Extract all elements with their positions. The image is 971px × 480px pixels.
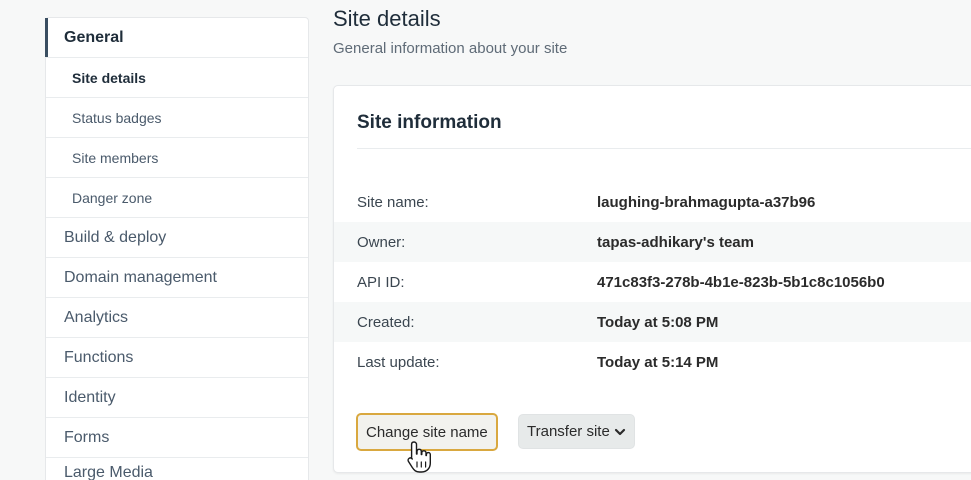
site-information-card: Site information Site name: laughing-bra…	[333, 85, 971, 473]
info-row-owner: Owner: tapas-adhikary's team	[334, 222, 971, 262]
info-row-site-name: Site name: laughing-brahmagupta-a37b96	[334, 182, 971, 222]
change-site-name-button[interactable]: Change site name	[356, 413, 498, 451]
info-value: Today at 5:14 PM	[597, 353, 719, 371]
info-label: Last update:	[357, 353, 440, 371]
page-title: Site details	[333, 6, 441, 31]
card-title: Site information	[357, 112, 502, 133]
sidebar-item-large-media[interactable]: Large Media	[46, 458, 308, 480]
info-value: tapas-adhikary's team	[597, 233, 754, 251]
sidebar-item-identity[interactable]: Identity	[46, 378, 308, 418]
sidebar-item-domain-management[interactable]: Domain management	[46, 258, 308, 298]
sidebar-subitem-status-badges[interactable]: Status badges	[46, 98, 308, 138]
sidebar-item-label: Analytics	[64, 308, 129, 326]
settings-sidebar: General Site details Status badges Site …	[45, 17, 309, 480]
sidebar-subitem-label: Site members	[72, 149, 159, 166]
info-value: 471c83f3-278b-4b1e-823b-5b1c8c1056b0	[597, 273, 885, 291]
info-label: Created:	[357, 313, 415, 331]
chevron-down-icon	[614, 428, 625, 435]
sidebar-subitem-label: Site details	[72, 69, 146, 86]
sidebar-subitem-label: Danger zone	[72, 189, 153, 206]
sidebar-subitem-site-members[interactable]: Site members	[46, 138, 308, 178]
info-value: Today at 5:08 PM	[597, 313, 719, 331]
info-label: Owner:	[357, 233, 406, 251]
info-row-created: Created: Today at 5:08 PM	[334, 302, 971, 342]
sidebar-item-label: Identity	[64, 388, 116, 406]
sidebar-item-label: Forms	[64, 428, 110, 446]
site-settings-page: General Site details Status badges Site …	[0, 0, 971, 480]
info-value: laughing-brahmagupta-a37b96	[597, 193, 816, 211]
card-divider	[357, 148, 971, 149]
sidebar-item-label: Large Media	[64, 464, 153, 480]
sidebar-item-label: Domain management	[64, 268, 217, 286]
sidebar-subitem-label: Status badges	[72, 109, 162, 126]
sidebar-item-analytics[interactable]: Analytics	[46, 298, 308, 338]
button-label: Change site name	[366, 423, 488, 441]
sidebar-item-label: General	[64, 28, 124, 46]
sidebar-item-label: Build & deploy	[64, 228, 167, 246]
transfer-site-button[interactable]: Transfer site	[518, 414, 635, 449]
sidebar-item-general[interactable]: General	[45, 18, 308, 58]
sidebar-item-build-deploy[interactable]: Build & deploy	[46, 218, 308, 258]
sidebar-item-forms[interactable]: Forms	[46, 418, 308, 458]
sidebar-item-label: Functions	[64, 348, 134, 366]
sidebar-subitem-danger-zone[interactable]: Danger zone	[46, 178, 308, 218]
info-label: API ID:	[357, 273, 405, 291]
info-label: Site name:	[357, 193, 429, 211]
info-row-last-update: Last update: Today at 5:14 PM	[334, 342, 971, 382]
info-row-api-id: API ID: 471c83f3-278b-4b1e-823b-5b1c8c10…	[334, 262, 971, 302]
site-info-list: Site name: laughing-brahmagupta-a37b96 O…	[334, 182, 971, 382]
page-subtitle: General information about your site	[333, 40, 568, 57]
button-label: Transfer site	[527, 423, 610, 440]
sidebar-subitem-site-details[interactable]: Site details	[46, 58, 308, 98]
sidebar-item-functions[interactable]: Functions	[46, 338, 308, 378]
